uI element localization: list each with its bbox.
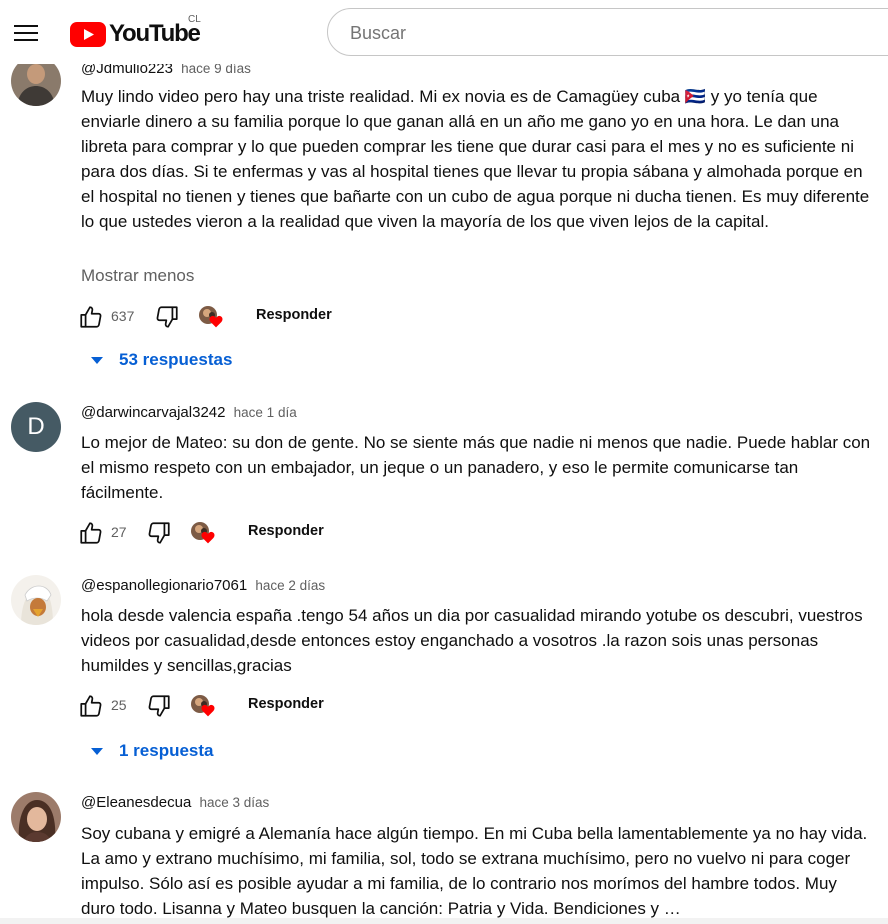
reply-button[interactable]: Responder bbox=[248, 523, 324, 539]
replies-count-label: 1 respuesta bbox=[119, 741, 214, 760]
avatar[interactable] bbox=[11, 575, 61, 625]
avatar-photo-icon bbox=[11, 792, 61, 842]
like-count: 27 bbox=[111, 524, 127, 540]
country-code: CL bbox=[188, 14, 201, 25]
like-icon[interactable] bbox=[78, 520, 104, 546]
masthead: YouTube CL bbox=[0, 0, 888, 64]
replies-toggle[interactable]: 1 respuesta bbox=[88, 739, 214, 763]
like-count: 25 bbox=[111, 697, 127, 713]
dislike-icon[interactable] bbox=[154, 304, 180, 330]
avatar-letter: D bbox=[11, 402, 61, 452]
comment-header: @darwincarvajal3242 hace 1 día bbox=[81, 404, 297, 421]
comment-time[interactable]: hace 2 días bbox=[255, 578, 325, 593]
search-box[interactable] bbox=[327, 8, 888, 56]
comment-header: @Eleanesdecua hace 3 días bbox=[81, 794, 269, 811]
search-input[interactable] bbox=[348, 19, 852, 47]
comment-text: Muy lindo video pero hay una triste real… bbox=[81, 87, 870, 231]
comment-author[interactable]: @espanollegionario7061 bbox=[81, 577, 247, 594]
comment-header: @espanollegionario7061 hace 2 días bbox=[81, 577, 325, 594]
avatar[interactable] bbox=[11, 792, 61, 842]
chevron-down-icon bbox=[91, 356, 103, 364]
like-icon[interactable] bbox=[78, 304, 104, 330]
comment-text: hola desde valencia españa .tengo 54 año… bbox=[81, 606, 863, 675]
avatar-photo-icon bbox=[11, 575, 61, 625]
comment-author[interactable]: @Eleanesdecua bbox=[81, 794, 191, 811]
comment-author[interactable]: @darwincarvajal3242 bbox=[81, 404, 225, 421]
avatar[interactable]: D bbox=[11, 402, 61, 452]
like-icon[interactable] bbox=[78, 693, 104, 719]
bottom-edge bbox=[0, 918, 888, 924]
heart-icon bbox=[209, 315, 223, 328]
dislike-icon[interactable] bbox=[146, 693, 172, 719]
reply-button[interactable]: Responder bbox=[256, 307, 332, 323]
heart-icon bbox=[201, 704, 215, 717]
youtube-logo-icon bbox=[70, 22, 106, 47]
dislike-icon[interactable] bbox=[146, 520, 172, 546]
comment-text: Soy cubana y emigré a Alemanía hace algú… bbox=[81, 824, 868, 918]
creator-heart bbox=[199, 306, 223, 330]
comment-time[interactable]: hace 1 día bbox=[234, 405, 297, 420]
like-count: 637 bbox=[111, 308, 135, 324]
replies-toggle[interactable]: 53 respuestas bbox=[88, 348, 232, 372]
brand-wordmark: YouTube bbox=[109, 20, 201, 47]
menu-button[interactable] bbox=[6, 12, 46, 52]
chevron-down-icon bbox=[91, 747, 103, 755]
creator-heart bbox=[191, 695, 215, 719]
comment-text: Lo mejor de Mateo: su don de gente. No s… bbox=[81, 433, 871, 502]
heart-icon bbox=[201, 531, 215, 544]
reply-button[interactable]: Responder bbox=[248, 696, 324, 712]
replies-count-label: 53 respuestas bbox=[119, 350, 233, 369]
comment-time[interactable]: hace 3 días bbox=[199, 795, 269, 810]
creator-heart bbox=[191, 522, 215, 546]
menu-icon bbox=[14, 25, 38, 27]
show-less-button[interactable]: Mostrar menos bbox=[81, 266, 194, 286]
